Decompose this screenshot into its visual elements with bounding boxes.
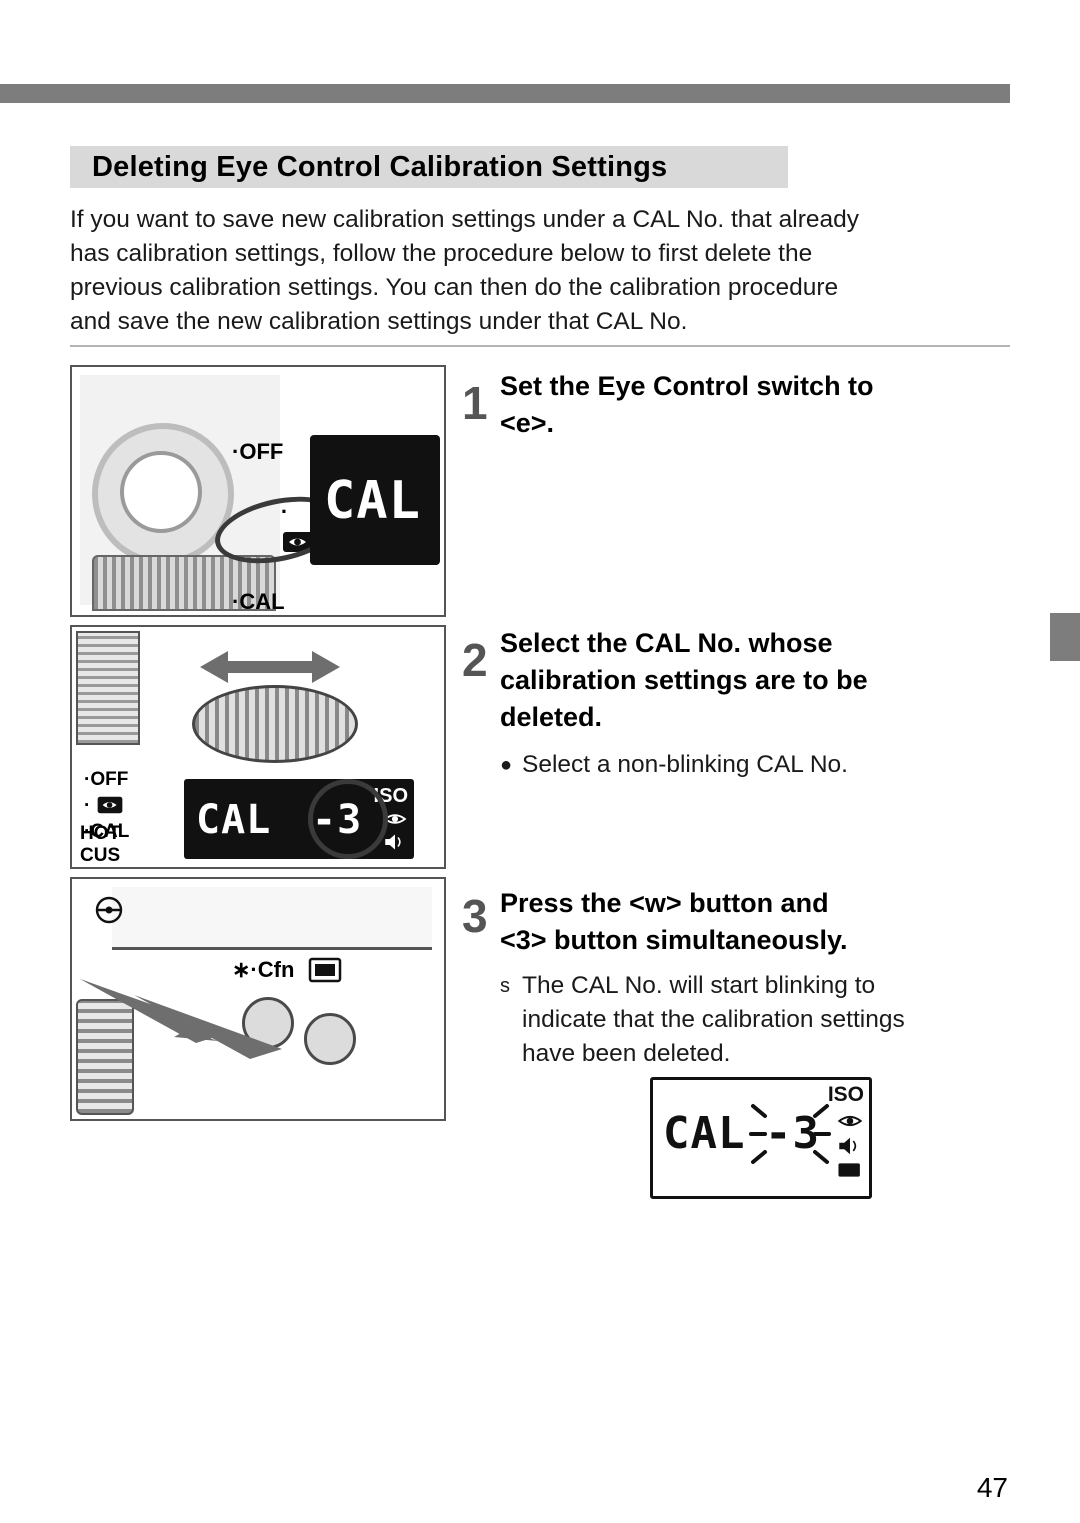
switch-label-off-2: ·OFF	[84, 769, 129, 790]
step-3-body-line-1: The CAL No. will start blinking to	[522, 972, 876, 999]
step-3-heading-line-1: Press the <w> button and	[500, 888, 829, 918]
eye-control-icon-2	[97, 796, 122, 814]
step-number-2: 2	[462, 634, 488, 686]
figure-eye-control-switch: ·OFF · ·CAL CAL	[70, 365, 446, 617]
focal-plane-icon	[95, 896, 123, 924]
lcd-display-figure1: CAL	[310, 435, 440, 565]
lcd-result-eye-icon	[837, 1115, 863, 1127]
switch-label-off: ·OFF	[232, 439, 284, 464]
lcd-cal-text: CAL	[324, 471, 421, 531]
step-2-bullet-text: Select a non-blinking CAL No.	[522, 751, 848, 778]
press-arrow-2	[134, 995, 282, 1059]
main-dial	[192, 685, 358, 763]
intro-line-4: and save the new calibration settings un…	[70, 308, 688, 335]
chapter-tab-marker	[1050, 613, 1080, 661]
lcd-result-battery-icon	[838, 1163, 860, 1177]
hot-shoe-line-2: CUS	[80, 845, 121, 866]
step-2-heading-line-2: calibration settings are to be	[500, 665, 868, 695]
step-3-block: Press the <w> button and <3> button simu…	[500, 885, 1020, 1071]
page-title: Deleting Eye Control Calibration Setting…	[92, 150, 668, 183]
step-3-bullet: s The CAL No. will start blinking to	[500, 969, 1020, 1003]
lcd-cal-text-2: CAL	[196, 797, 272, 843]
page-number: 47	[976, 1472, 1008, 1503]
figure-select-cal-number: ·OFF · ·CAL HOT CUS CAL -3 ISO	[70, 625, 446, 869]
step-1-heading-line-2: <e>.	[500, 408, 555, 438]
step-3-heading-line-2: <3> button simultaneously.	[500, 925, 848, 955]
lcd-result-cal-number: -3	[765, 1108, 820, 1159]
lcd-result-panel: CAL -3 ISO	[650, 1077, 872, 1199]
document-page: Deleting Eye Control Calibration Setting…	[0, 0, 1080, 1523]
lcd-result-iso-label: ISO	[827, 1083, 864, 1106]
lcd-result-cal-text: CAL	[663, 1108, 746, 1159]
step-1-block: Set the Eye Control switch to <e>.	[500, 368, 1010, 442]
switch-label-eye-icon-2: ·	[84, 795, 91, 816]
highlight-circle-cal-number	[308, 779, 388, 859]
lcd-result-beep-icon	[839, 1137, 857, 1155]
step-number-3: 3	[462, 890, 488, 942]
figure-press-buttons: ∗·Cfn	[70, 877, 446, 1121]
dial-rotation-arrow	[200, 651, 340, 683]
hot-shoe-label: HOT CUS	[80, 823, 120, 867]
step-2-bullet: ● Select a non-blinking CAL No.	[500, 748, 1020, 782]
step-2-heading-line-1: Select the CAL No. whose	[500, 628, 833, 658]
step-2-heading-line-3: deleted.	[500, 702, 603, 732]
mode-dial-inner-ring	[120, 451, 202, 533]
header-bar	[0, 84, 1010, 103]
step-3-body-line-2: indicate that the calibration settings	[522, 1006, 905, 1033]
section-title-banner: Deleting Eye Control Calibration Setting…	[70, 146, 788, 188]
step-3-body-line-3: have been deleted.	[522, 1040, 731, 1067]
step-2-bullet-marker: ●	[500, 754, 513, 776]
intro-line-3: previous calibration settings. You can t…	[70, 274, 839, 301]
lcd-beep-icon-2	[385, 834, 401, 850]
card-icon	[308, 957, 342, 983]
step-number-1: 1	[462, 377, 488, 429]
intro-line-1: If you want to save new calibration sett…	[70, 206, 859, 233]
step-3-bullet-marker: s	[500, 975, 510, 997]
intro-line-2: has calibration settings, follow the pro…	[70, 240, 813, 267]
hot-shoe-line-1: HOT	[80, 823, 121, 844]
intro-paragraph: If you want to save new calibration sett…	[70, 203, 1010, 339]
step-1-heading-line-1: Set the Eye Control switch to	[500, 371, 874, 401]
camera-top-edge	[112, 887, 432, 950]
switch-label-cal: ·CAL	[232, 589, 285, 614]
lens-grip-texture	[76, 631, 140, 745]
horizontal-divider	[70, 345, 1010, 347]
step-2-block: Select the CAL No. whose calibration set…	[500, 625, 1020, 782]
